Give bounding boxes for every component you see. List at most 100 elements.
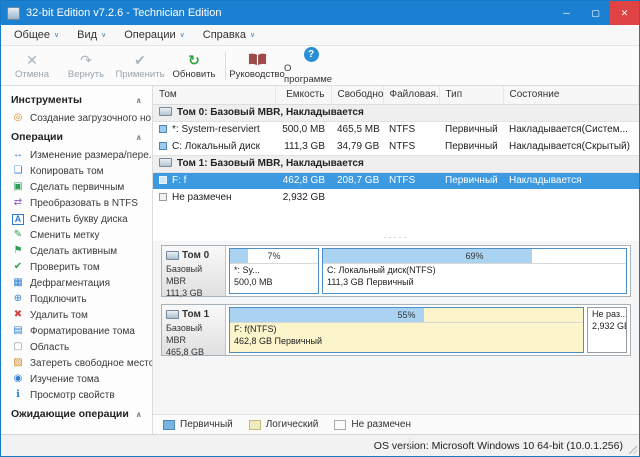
- partition-info: C: Локальный диск(NTFS) 111,3 GB Первичн…: [323, 264, 626, 293]
- sidebar-item-drive-letter[interactable]: A Сменить букву диска: [1, 211, 152, 227]
- statusbar: OS version: Microsoft Windows 10 64-bit …: [1, 434, 639, 456]
- sidebar-item-label: Подключить: [30, 293, 87, 305]
- drive-letter-icon: A: [12, 213, 24, 225]
- sidebar-item-label: Просмотр свойств: [30, 389, 115, 401]
- partition-block-c[interactable]: 69% C: Локальный диск(NTFS) 111,3 GB Пер…: [322, 248, 627, 294]
- sidebar-item-format-volume[interactable]: ▤ Форматирование тома: [1, 323, 152, 339]
- disk-map-area: Том 0 Базовый MBR 111,3 GB 7% *: Sy... 5…: [153, 241, 639, 434]
- make-active-icon: ⚑: [13, 245, 23, 256]
- disk1-info[interactable]: Том 1 Базовый MBR 465,8 GB: [162, 305, 226, 357]
- disk-size: 465,8 GB: [166, 346, 205, 357]
- column-status[interactable]: Состояние: [503, 86, 639, 105]
- partition-block-f-selected[interactable]: 55% F: f(NTFS) 462,8 GB Первичный: [229, 307, 584, 353]
- undo-button[interactable]: ✕ Отмена: [5, 48, 59, 84]
- apply-button[interactable]: ✔ Применить: [113, 48, 167, 84]
- refresh-button[interactable]: ↻ Обновить: [167, 48, 221, 84]
- type-cell: Первичный: [445, 140, 498, 152]
- table-row[interactable]: C: Локальный диск 111,3 GB 34,79 GB NTFS…: [153, 138, 639, 155]
- disk-layout: Базовый MBR: [166, 263, 203, 286]
- partition-info: Не раз... 2,932 GB: [588, 308, 626, 352]
- partition-icon: [159, 125, 167, 134]
- convert-ntfs-icon: ⇄: [13, 197, 23, 208]
- group-label: Том 1: Базовый MBR, Накладывается: [177, 158, 364, 169]
- minimize-button[interactable]: ─: [552, 1, 581, 25]
- titlebar: 32-bit Edition v7.2.6 - Technician Editi…: [1, 1, 639, 25]
- sidebar-item-change-label[interactable]: ✎ Сменить метку: [1, 227, 152, 243]
- guide-label: Руководство: [229, 69, 285, 80]
- close-button[interactable]: ✕: [610, 1, 639, 25]
- table-row-selected[interactable]: F: f 462,8 GB 208,7 GB NTFS Первичный На…: [153, 172, 639, 189]
- copy-volume-icon: ❏: [13, 165, 23, 176]
- legend: Первичный Логический Не размечен: [153, 414, 639, 434]
- sidebar-item-label: Копировать том: [30, 165, 104, 177]
- sidebar-item-properties[interactable]: ℹ Просмотр свойств: [1, 387, 152, 403]
- disk1-group-row[interactable]: Том 1: Базовый MBR, Накладывается: [153, 154, 639, 173]
- disk-name: Том 0: [182, 250, 210, 261]
- partition-size: 500,0 MB: [234, 276, 273, 287]
- table-row[interactable]: Не размечен 2,932 GB: [153, 189, 639, 206]
- chevron-up-icon: ∧: [135, 409, 143, 419]
- disk0-group-row[interactable]: Том 0: Базовый MBR, Накладывается: [153, 103, 639, 122]
- sidebar-item-label: Создание загрузочного но...: [30, 112, 152, 124]
- chevron-up-icon: ∧: [135, 132, 143, 142]
- sidebar-item-convert-ntfs[interactable]: ⇄ Преобразовать в NTFS: [1, 195, 152, 211]
- explore-volume-icon: ◉: [13, 373, 23, 384]
- about-button[interactable]: ? О программе: [284, 47, 338, 85]
- column-volume[interactable]: Том: [153, 86, 276, 105]
- table-row[interactable]: *: System-reserviert 500,0 MB 465,5 MB N…: [153, 121, 639, 138]
- sidebar-section-tools[interactable]: Инструменты ∧: [1, 89, 152, 110]
- column-filesystem[interactable]: Файловая...: [383, 86, 440, 105]
- splitter-handle[interactable]: ·····: [153, 232, 639, 241]
- sidebar-item-wipe-free-space[interactable]: ▨ Затереть свободное место: [1, 355, 152, 371]
- partition-size: 462,8 GB Первичный: [234, 335, 322, 346]
- partition-block-unallocated[interactable]: Не раз... 2,932 GB: [587, 307, 627, 353]
- undo-label: Отмена: [14, 69, 50, 80]
- sidebar-item-bootable-media[interactable]: ◎ Создание загрузочного но...: [1, 110, 152, 126]
- column-type[interactable]: Тип: [439, 86, 504, 105]
- column-free[interactable]: Свободно: [331, 86, 384, 105]
- usage-bar: 7%: [230, 249, 318, 264]
- legend-unallocated: Не размечен: [334, 419, 411, 430]
- sidebar-section-pending[interactable]: Ожидающие операции ∧: [1, 403, 152, 424]
- redo-label: Вернуть: [67, 69, 105, 80]
- sidebar-item-delete-volume[interactable]: ✖ Удалить том: [1, 307, 152, 323]
- disk-name: Том 1: [182, 309, 210, 320]
- resize-move-icon: ↔: [13, 149, 23, 160]
- content: Инструменты ∧ ◎ Создание загрузочного но…: [1, 86, 639, 434]
- sidebar-item-check-volume[interactable]: ✔ Проверить том: [1, 259, 152, 275]
- defragment-icon: ▦: [13, 277, 23, 288]
- sidebar-item-label: Сменить метку: [30, 229, 100, 241]
- disk0-partitions: 7% *: Sy... 500,0 MB 69% C: Локальный ди…: [226, 246, 630, 296]
- sidebar-item-defragment[interactable]: ▦ Дефрагментация: [1, 275, 152, 291]
- guide-button[interactable]: Руководство: [229, 48, 285, 84]
- sidebar-item-explore-volume[interactable]: ◉ Изучение тома: [1, 371, 152, 387]
- sidebar-item-attach[interactable]: ⊕ Подключить: [1, 291, 152, 307]
- menu-general[interactable]: Общее ∨: [5, 25, 68, 45]
- status-cell: [503, 189, 639, 206]
- sidebar-item-make-primary[interactable]: ▣ Сделать первичным: [1, 179, 152, 195]
- partition-label: *: Sy...: [234, 265, 260, 275]
- disk0-info[interactable]: Том 0 Базовый MBR 111,3 GB: [162, 246, 226, 298]
- sidebar-item-make-active[interactable]: ⚑ Сделать активным: [1, 243, 152, 259]
- column-capacity[interactable]: Емкость: [275, 86, 332, 105]
- sidebar-item-area[interactable]: ▢ Область: [1, 339, 152, 355]
- disk1-partitions: 55% F: f(NTFS) 462,8 GB Первичный Не раз…: [226, 305, 630, 355]
- resize-grip[interactable]: [627, 444, 637, 454]
- usage-percent: 69%: [465, 251, 484, 261]
- sidebar-item-resize-move[interactable]: ↔ Изменение размера/пере...: [1, 147, 152, 163]
- window-title: 32-bit Edition v7.2.6 - Technician Editi…: [26, 7, 222, 19]
- menu-label: Общее: [14, 29, 51, 41]
- sidebar-item-copy-volume[interactable]: ❏ Копировать том: [1, 163, 152, 179]
- menu-help[interactable]: Справка ∨: [194, 25, 264, 45]
- fs-cell: NTFS: [389, 124, 416, 136]
- sidebar: Инструменты ∧ ◎ Создание загрузочного но…: [1, 86, 153, 434]
- maximize-button[interactable]: ▢: [581, 1, 610, 25]
- menu-view[interactable]: Вид ∨: [68, 25, 115, 45]
- legend-logical: Логический: [248, 419, 318, 430]
- partition-block-system-reserved[interactable]: 7% *: Sy... 500,0 MB: [229, 248, 319, 294]
- table-header-row: Том Емкость Свободно Файловая... Тип Сос…: [153, 86, 639, 105]
- redo-button[interactable]: ↷ Вернуть: [59, 48, 113, 84]
- usage-bar: 69%: [323, 249, 626, 264]
- menu-operations[interactable]: Операции ∨: [115, 25, 194, 45]
- sidebar-section-operations[interactable]: Операции ∧: [1, 126, 152, 147]
